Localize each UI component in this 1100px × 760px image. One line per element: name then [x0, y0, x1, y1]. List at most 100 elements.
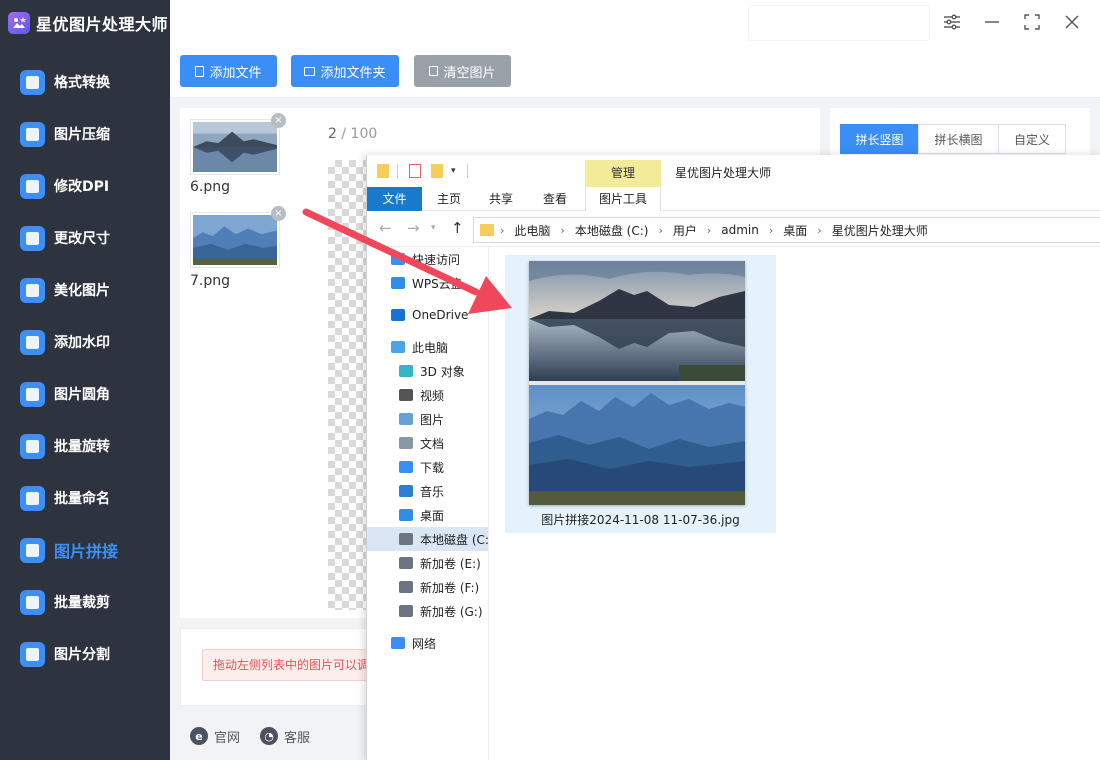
nav-pane-item[interactable]: 视频: [367, 383, 488, 407]
resize-icon: [20, 225, 45, 251]
back-arrow-icon[interactable]: ←: [379, 219, 392, 237]
sidebar-item-label: 添加水印: [54, 335, 110, 351]
file-item[interactable]: 图片拼接2024-11-08 11-07-36.jpg: [505, 255, 776, 533]
address-bar[interactable]: › 此电脑 › 本地磁盘 (C:) › 用户 › admin › 桌面 › 星优…: [473, 217, 1100, 243]
app-logo: 星优图片处理大师: [0, 0, 170, 46]
new-folder-icon[interactable]: [431, 164, 443, 178]
divider: [467, 164, 468, 178]
stitched-image-thumbnail: [529, 261, 745, 505]
sidebar-item-label: 批量旋转: [54, 439, 110, 455]
title-search-box[interactable]: [748, 5, 930, 41]
breadcrumb-users[interactable]: 用户: [673, 222, 697, 239]
recent-dropdown-icon[interactable]: ▾: [431, 223, 436, 233]
sidebar-item[interactable]: 添加水印: [0, 322, 170, 362]
tab-custom[interactable]: 自定义: [998, 124, 1066, 154]
sidebar-item-label: 图片拼接: [54, 542, 119, 561]
file-thumbnail[interactable]: ×: [190, 113, 286, 175]
breadcrumb-this-pc[interactable]: 此电脑: [514, 222, 550, 239]
nav-pane-item[interactable]: 网络: [367, 631, 488, 655]
forward-arrow-icon[interactable]: →: [407, 219, 420, 237]
nav-pane-item[interactable]: 图片: [367, 407, 488, 431]
sidebar-item[interactable]: 批量旋转: [0, 426, 170, 466]
nav-pane-item[interactable]: 新加卷 (G:): [367, 599, 488, 623]
nav-pane-item[interactable]: 文档: [367, 431, 488, 455]
properties-icon[interactable]: [409, 164, 421, 178]
sidebar-item[interactable]: 图片拼接: [0, 530, 170, 570]
browser-icon: e: [190, 727, 208, 745]
drive-icon: [399, 605, 413, 617]
sidebar-item-label: 更改尺寸: [54, 231, 110, 247]
nav-pane-item[interactable]: OneDrive: [367, 303, 488, 327]
app-title: 星优图片处理大师: [36, 15, 169, 34]
website-link[interactable]: e 官网: [190, 727, 240, 746]
tab-horizontal-stitch[interactable]: 拼长横图: [918, 124, 999, 154]
sidebar-item[interactable]: 修改DPI: [0, 166, 170, 206]
sidebar-item[interactable]: 美化图片: [0, 270, 170, 310]
nav-pane-item[interactable]: 3D 对象: [367, 359, 488, 383]
breadcrumb-separator-icon: ›: [658, 223, 663, 237]
up-arrow-icon[interactable]: ↑: [451, 219, 464, 237]
nav-pane-item[interactable]: 音乐: [367, 479, 488, 503]
breadcrumb-separator-icon: ›: [706, 223, 712, 237]
sidebar-item-label: 图片圆角: [54, 387, 110, 403]
toolbar: 添加文件 添加文件夹 清空图片: [170, 46, 1100, 98]
rename-icon: [20, 485, 45, 511]
nav-pane-item[interactable]: 新加卷 (E:): [367, 551, 488, 575]
nav-pane-item[interactable]: 桌面: [367, 503, 488, 527]
nav-pane-item[interactable]: 本地磁盘 (C:: [367, 527, 488, 551]
icon-glyph: [26, 283, 39, 297]
support-link[interactable]: ◔ 客服: [260, 727, 310, 746]
sidebar-item[interactable]: 图片圆角: [0, 374, 170, 414]
ribbon-tab-home[interactable]: 主页: [427, 187, 471, 211]
page-counter-total: / 100: [336, 126, 378, 142]
nav-pane-label: 快速访问: [412, 252, 461, 267]
breadcrumb-local-disk[interactable]: 本地磁盘 (C:): [575, 222, 649, 239]
nav-pane-item[interactable]: 此电脑: [367, 335, 488, 359]
clear-images-button[interactable]: 清空图片: [414, 55, 511, 87]
manage-context-tab[interactable]: 管理: [585, 160, 661, 187]
sidebar-item[interactable]: 更改尺寸: [0, 218, 170, 258]
ribbon-tab-share[interactable]: 共享: [479, 187, 523, 211]
ribbon-tab-file[interactable]: 文件: [367, 187, 422, 211]
nav-pane-item[interactable]: 快速访问: [367, 247, 488, 271]
sidebar-item[interactable]: 批量命名: [0, 478, 170, 518]
drive-icon: [399, 557, 413, 569]
nav-pane-item[interactable]: WPS云盘: [367, 271, 488, 295]
split-icon: [20, 641, 45, 667]
icon-glyph: [26, 647, 39, 661]
sidebar-item[interactable]: 图片压缩: [0, 114, 170, 154]
icon-glyph: [26, 335, 39, 349]
quick-access-dropdown-icon[interactable]: ▾: [451, 164, 463, 178]
watermark-icon: [20, 329, 45, 355]
sidebar: 星优图片处理大师 格式转换图片压缩修改DPI 更改尺寸美化图片添加水印图片圆角批量…: [0, 0, 170, 760]
nav-pane-label: 音乐: [420, 484, 445, 499]
ribbon-tab-picture-tools[interactable]: 图片工具: [585, 187, 661, 211]
close-icon[interactable]: [1060, 10, 1084, 34]
layout-options-panel: 拼长竖图 拼长横图 自定义: [830, 108, 1090, 158]
remove-file-button[interactable]: ×: [271, 113, 286, 128]
sidebar-item[interactable]: 图片分割: [0, 634, 170, 674]
add-file-button[interactable]: 添加文件: [180, 55, 277, 87]
page-counter: 2 / 100: [328, 126, 377, 142]
remove-file-button[interactable]: ×: [271, 206, 286, 221]
onedrive-icon: [391, 309, 405, 321]
ribbon-tab-view[interactable]: 查看: [533, 187, 577, 211]
add-folder-button[interactable]: 添加文件夹: [291, 55, 399, 87]
nav-pane-label: 此电脑: [412, 340, 449, 355]
breadcrumb-app-folder[interactable]: 星优图片处理大师: [832, 222, 928, 239]
nav-pane-label: 下载: [420, 460, 445, 475]
sidebar-item[interactable]: 格式转换: [0, 62, 170, 102]
nav-pane-label: OneDrive: [412, 308, 469, 322]
tab-vertical-stitch[interactable]: 拼长竖图: [840, 124, 919, 154]
settings-sliders-icon[interactable]: [940, 10, 964, 34]
minimize-icon[interactable]: [980, 10, 1004, 34]
maximize-icon[interactable]: [1020, 10, 1044, 34]
folder-content: 图片拼接2024-11-08 11-07-36.jpg: [490, 247, 1100, 760]
breadcrumb-admin[interactable]: admin: [721, 223, 759, 237]
nav-pane-item[interactable]: 新加卷 (F:): [367, 575, 488, 599]
breadcrumb-separator-icon: ›: [768, 223, 774, 237]
file-thumbnail[interactable]: ×: [190, 206, 286, 268]
breadcrumb-desktop[interactable]: 桌面: [783, 222, 807, 239]
nav-pane-item[interactable]: 下载: [367, 455, 488, 479]
sidebar-item[interactable]: 批量裁剪: [0, 582, 170, 622]
